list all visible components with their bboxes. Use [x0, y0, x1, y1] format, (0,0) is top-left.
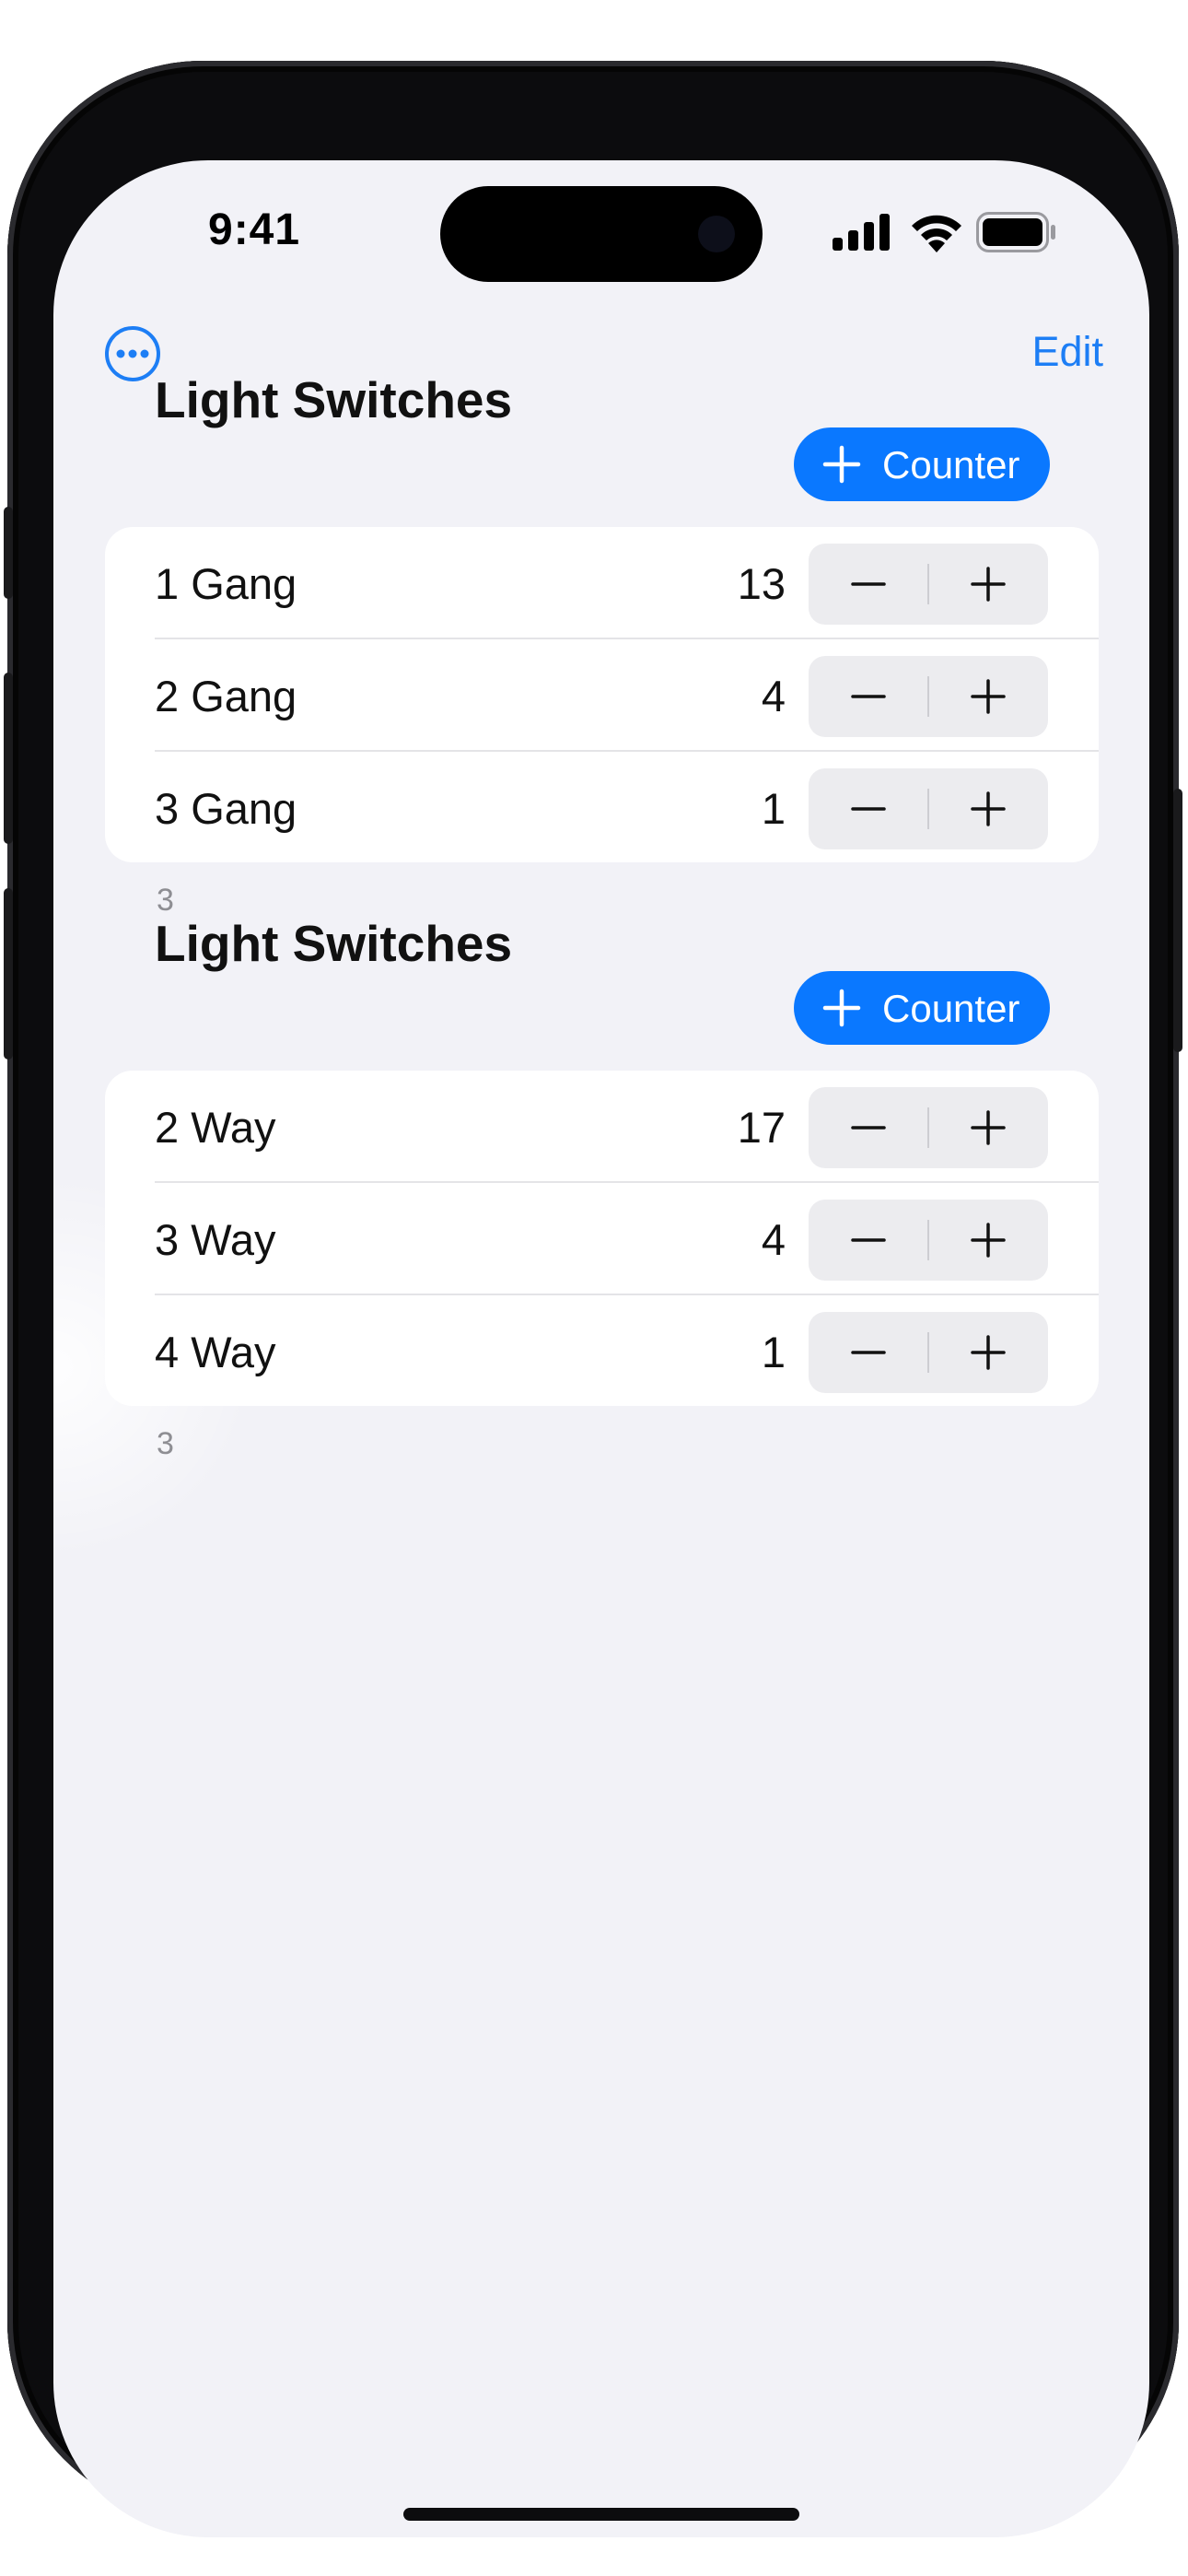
- counter-value: 17: [737, 1103, 786, 1152]
- add-counter-button[interactable]: Counter: [794, 971, 1050, 1045]
- add-counter-label: Counter: [882, 987, 1020, 1030]
- counter-stepper: [809, 1087, 1048, 1168]
- minus-icon: [851, 582, 886, 586]
- section-title: Light Switches: [155, 915, 513, 972]
- counter-value: 1: [761, 784, 786, 833]
- counter-stepper: [809, 544, 1048, 625]
- counter-row: 2 Way 17: [105, 1071, 1099, 1183]
- counter-name: 2 Way: [155, 1103, 276, 1152]
- ellipsis-circle-icon: [105, 326, 160, 381]
- volume-down-button: [4, 888, 13, 1060]
- counter-row: 4 Way 1: [105, 1295, 1099, 1408]
- screen: 9:41 Edit Light Switches Counter 1 Gang …: [53, 160, 1149, 2537]
- increment-button[interactable]: [928, 768, 1048, 849]
- counter-name: 2 Gang: [155, 672, 297, 720]
- section-title: Light Switches: [155, 371, 513, 428]
- add-counter-button[interactable]: Counter: [794, 427, 1050, 501]
- plus-icon: [971, 1110, 1006, 1145]
- counter-stepper: [809, 656, 1048, 737]
- decrement-button[interactable]: [809, 544, 928, 625]
- edit-button[interactable]: Edit: [1031, 328, 1103, 376]
- counter-row: 3 Way 4: [105, 1183, 1099, 1295]
- status-time: 9:41: [208, 205, 301, 254]
- status-bar: 9:41: [53, 160, 1149, 299]
- volume-up-button: [4, 673, 13, 844]
- plus-icon: [822, 989, 861, 1027]
- cellular-signal-icon: [833, 214, 890, 251]
- counter-row: 1 Gang 13: [105, 527, 1099, 639]
- increment-button[interactable]: [928, 1087, 1048, 1168]
- minus-icon: [851, 807, 886, 811]
- increment-button[interactable]: [928, 1312, 1048, 1393]
- counter-value: 4: [761, 672, 786, 720]
- counter-row: 3 Gang 1: [105, 752, 1099, 864]
- plus-icon: [971, 567, 1006, 602]
- increment-button[interactable]: [928, 544, 1048, 625]
- counter-value: 4: [761, 1215, 786, 1264]
- power-button: [1173, 789, 1182, 1052]
- home-indicator[interactable]: [403, 2508, 799, 2521]
- counter-value: 13: [737, 559, 786, 608]
- dynamic-island: [440, 186, 763, 282]
- counter-name: 1 Gang: [155, 559, 297, 608]
- more-options-button[interactable]: [103, 324, 162, 383]
- phone-frame: 9:41 Edit Light Switches Counter 1 Gang …: [4, 61, 1182, 2537]
- minus-icon: [851, 1351, 886, 1354]
- minus-icon: [851, 695, 886, 698]
- counter-stepper: [809, 768, 1048, 849]
- decrement-button[interactable]: [809, 1087, 928, 1168]
- plus-icon: [822, 445, 861, 484]
- counter-stepper: [809, 1200, 1048, 1281]
- battery-icon: [976, 212, 1055, 252]
- counter-stepper: [809, 1312, 1048, 1393]
- counter-name: 3 Way: [155, 1215, 276, 1264]
- decrement-button[interactable]: [809, 1312, 928, 1393]
- counter-name: 3 Gang: [155, 784, 297, 833]
- counter-list: 1 Gang 13 2 Gang 4 3 Gang 1: [105, 527, 1099, 862]
- section-footer-count: 3: [157, 1426, 174, 1461]
- decrement-button[interactable]: [809, 768, 928, 849]
- plus-icon: [971, 1335, 1006, 1370]
- counter-list: 2 Way 17 3 Way 4 4 Way 1: [105, 1071, 1099, 1406]
- plus-icon: [971, 679, 1006, 714]
- wifi-icon: [912, 215, 961, 252]
- action-button: [4, 507, 13, 599]
- counter-row: 2 Gang 4: [105, 639, 1099, 752]
- counter-value: 1: [761, 1328, 786, 1376]
- plus-icon: [971, 791, 1006, 826]
- plus-icon: [971, 1223, 1006, 1258]
- increment-button[interactable]: [928, 1200, 1048, 1281]
- add-counter-label: Counter: [882, 443, 1020, 486]
- decrement-button[interactable]: [809, 1200, 928, 1281]
- increment-button[interactable]: [928, 656, 1048, 737]
- minus-icon: [851, 1126, 886, 1130]
- counter-name: 4 Way: [155, 1328, 276, 1376]
- minus-icon: [851, 1238, 886, 1242]
- decrement-button[interactable]: [809, 656, 928, 737]
